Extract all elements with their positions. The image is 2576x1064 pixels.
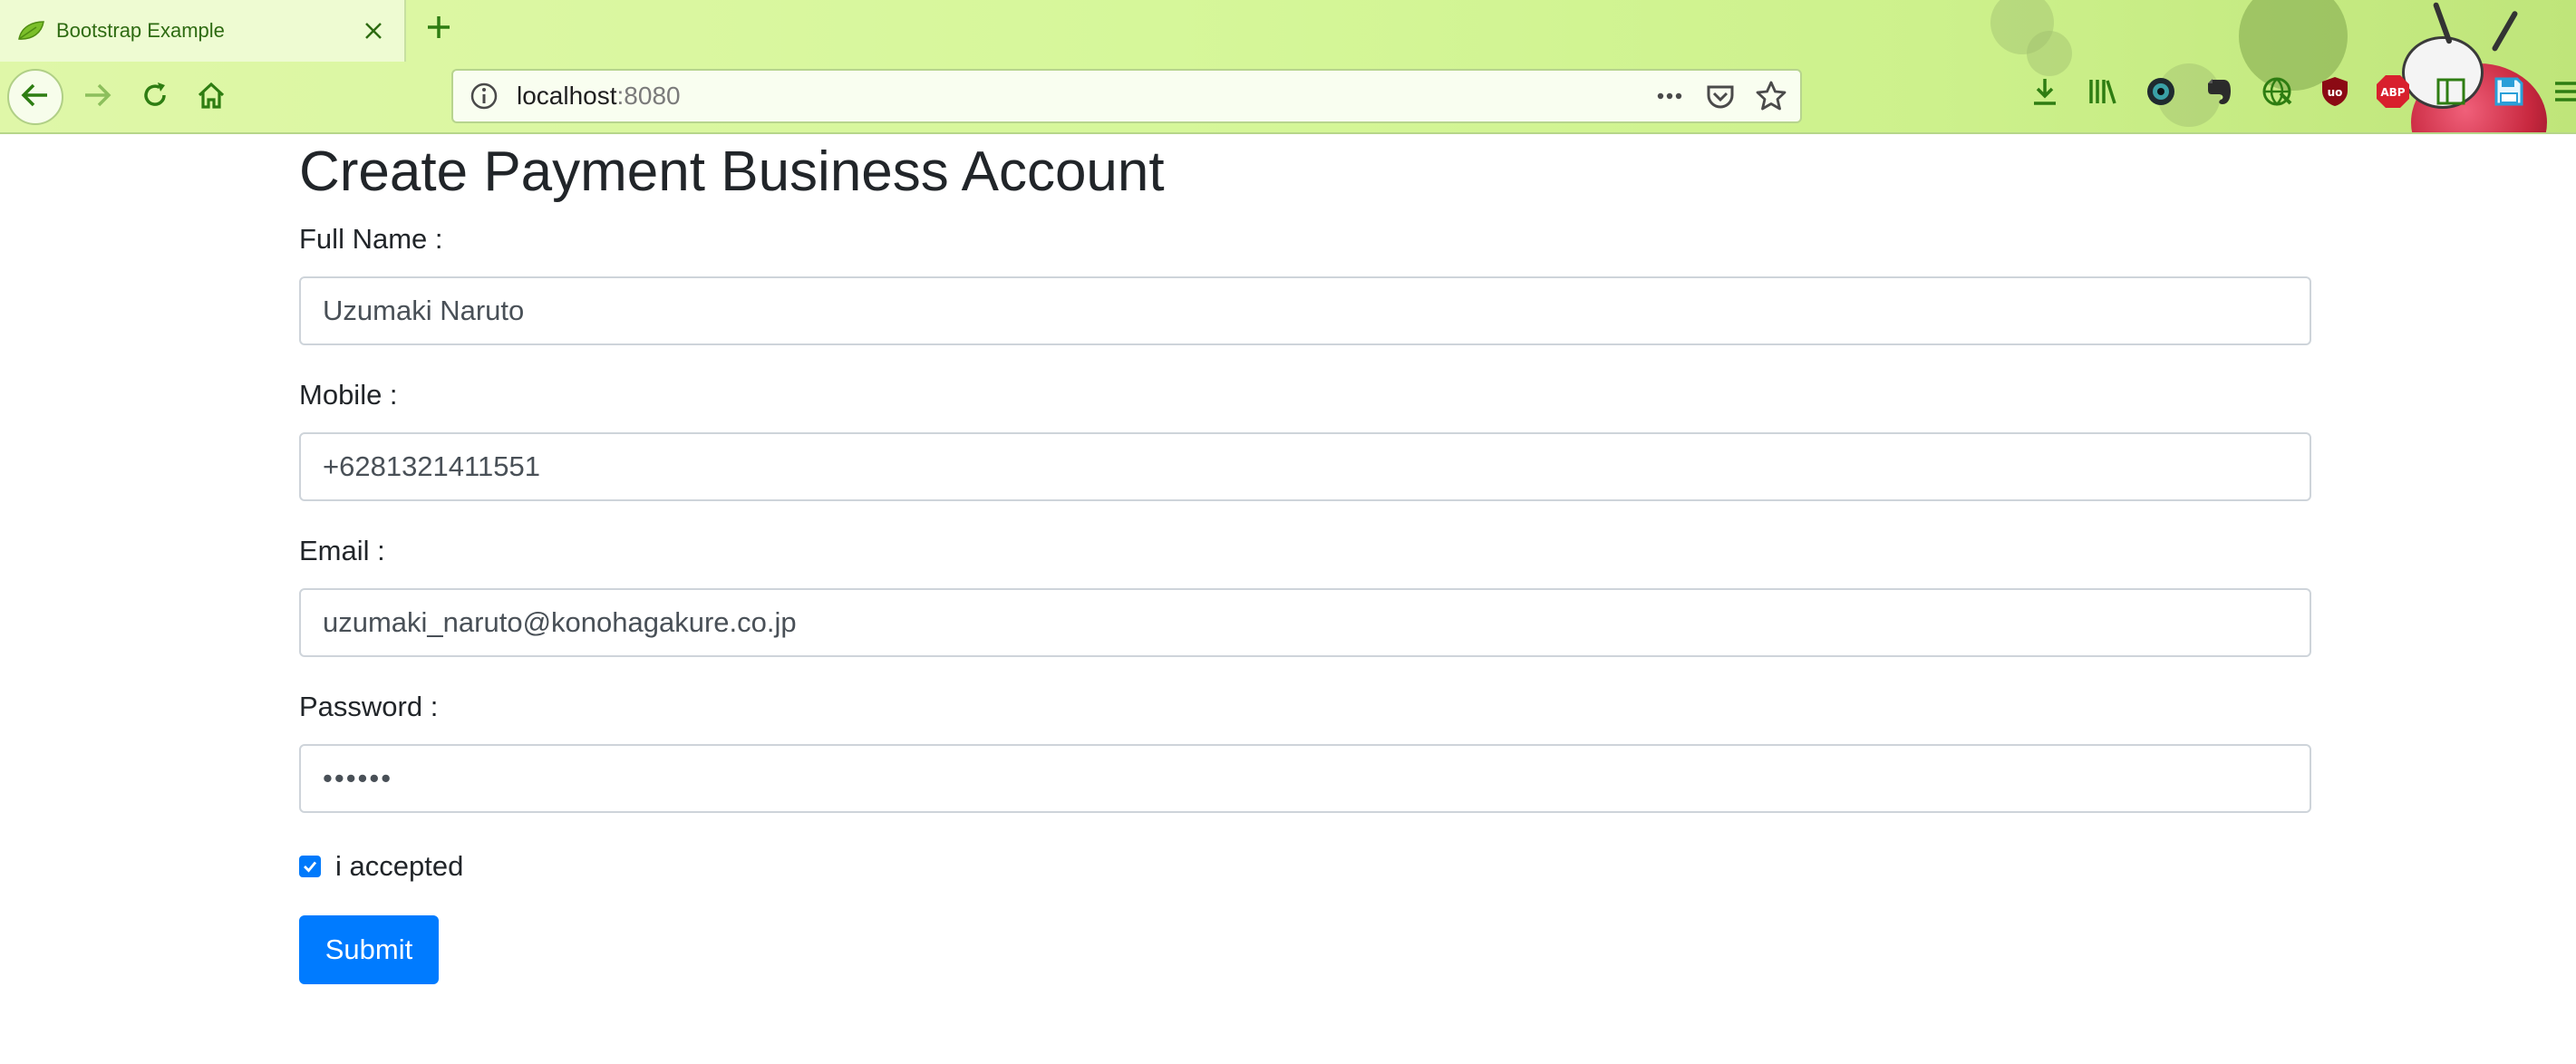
full-name-label: Full Name : [299, 223, 443, 255]
pocket-icon[interactable] [1704, 80, 1737, 112]
email-field[interactable] [299, 588, 2311, 657]
download-icon[interactable] [2023, 70, 2067, 113]
tab-title: Bootstrap Example [56, 19, 225, 42]
url-text: localhost:8080 [500, 82, 681, 111]
close-icon[interactable] [355, 13, 392, 49]
ublock-badge: uo [2328, 86, 2343, 99]
back-button[interactable] [7, 69, 63, 125]
globe-icon[interactable] [2255, 70, 2299, 113]
extension-icon[interactable] [2139, 70, 2183, 113]
mobile-label: Mobile : [299, 379, 398, 411]
navigation-toolbar: localhost:8080 uo ABP [0, 60, 2576, 134]
url-actions [1653, 80, 1787, 112]
adblock-icon[interactable]: ABP [2371, 70, 2415, 113]
save-icon[interactable] [2487, 70, 2531, 113]
extension-toolbar: uo ABP [2023, 69, 2576, 114]
home-icon [196, 80, 227, 115]
reload-icon [140, 80, 170, 115]
page-title: Create Payment Business Account [299, 140, 1165, 203]
ublock-icon[interactable]: uo [2313, 70, 2357, 113]
menu-icon[interactable] [2545, 70, 2576, 113]
info-icon[interactable] [468, 80, 500, 112]
forward-button[interactable] [69, 69, 125, 125]
browser-chrome: Bootstrap Example localhost:8080 uo ABP [0, 0, 2576, 134]
mobile-field[interactable] [299, 432, 2311, 501]
url-bar[interactable]: localhost:8080 [451, 69, 1802, 123]
home-button[interactable] [183, 69, 239, 125]
plus-icon [425, 14, 452, 45]
accept-checkbox-row: i accepted [299, 850, 463, 883]
full-name-field[interactable] [299, 276, 2311, 345]
evernote-icon[interactable] [2197, 70, 2241, 113]
accept-label: i accepted [335, 850, 464, 882]
adblock-badge: ABP [2380, 86, 2405, 99]
url-port: :8080 [616, 82, 681, 110]
email-label: Email : [299, 535, 385, 566]
tab-bar: Bootstrap Example [0, 0, 2576, 62]
sidebar-icon[interactable] [2429, 70, 2473, 113]
submit-button[interactable]: Submit [299, 915, 439, 984]
leaf-icon [16, 20, 45, 42]
password-field[interactable] [299, 744, 2311, 813]
library-icon[interactable] [2081, 70, 2125, 113]
star-icon[interactable] [1755, 80, 1787, 112]
ellipsis-icon[interactable] [1653, 80, 1686, 112]
arrow-left-icon [20, 80, 51, 115]
arrow-right-icon [82, 80, 112, 115]
reload-button[interactable] [127, 69, 183, 125]
accept-checkbox[interactable] [299, 856, 321, 877]
tab-bootstrap-example[interactable]: Bootstrap Example [0, 0, 406, 62]
url-host: localhost [517, 82, 617, 110]
checkmark-icon [304, 861, 317, 873]
password-label: Password : [299, 691, 439, 722]
new-tab-button[interactable] [419, 9, 459, 49]
